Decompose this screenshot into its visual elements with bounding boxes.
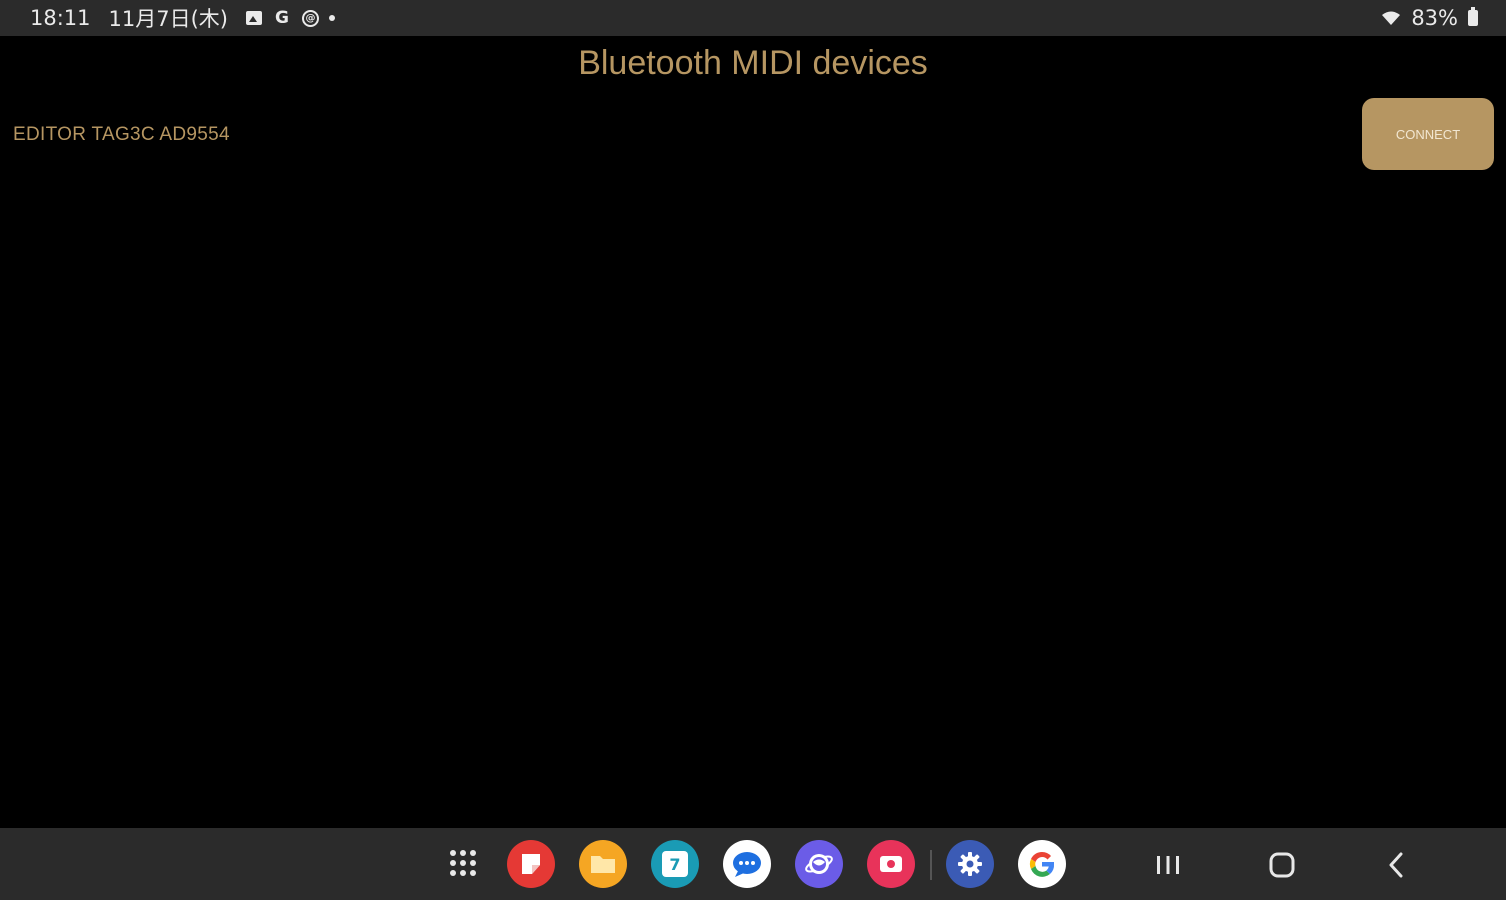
connect-button[interactable]: CONNECT bbox=[1362, 98, 1494, 170]
page-title: Bluetooth MIDI devices bbox=[578, 44, 928, 82]
calendar-day: 7 bbox=[662, 851, 688, 877]
status-date: 11月7日(木) bbox=[108, 7, 228, 31]
screen-recorder-app-icon[interactable] bbox=[867, 840, 915, 888]
home-icon[interactable] bbox=[1262, 846, 1302, 884]
battery-level: 83% bbox=[1411, 6, 1458, 30]
recents-icon[interactable] bbox=[1148, 846, 1188, 884]
google-app-icon[interactable] bbox=[1018, 840, 1066, 888]
dot-icon bbox=[329, 15, 335, 21]
internet-app-icon[interactable] bbox=[795, 840, 843, 888]
device-list-item: EDITOR TAG3C AD9554 CONNECT bbox=[0, 98, 1506, 174]
files-app-icon[interactable] bbox=[579, 840, 627, 888]
status-left: 18:11 11月7日(木) G @ bbox=[30, 3, 335, 33]
wifi-icon bbox=[1381, 10, 1401, 26]
status-time: 18:11 bbox=[30, 6, 91, 30]
screen: 18:11 11月7日(木) G @ 83% Bluetooth MIDI de… bbox=[0, 0, 1506, 900]
battery-icon bbox=[1468, 7, 1478, 26]
apps-grid-icon[interactable] bbox=[450, 850, 480, 880]
google-icon: G bbox=[275, 8, 289, 28]
settings-app-icon[interactable] bbox=[946, 840, 994, 888]
device-name: EDITOR TAG3C AD9554 bbox=[13, 124, 230, 145]
at-sign-icon: @ bbox=[302, 9, 319, 27]
gallery-icon bbox=[246, 11, 262, 25]
messages-app-icon[interactable] bbox=[723, 840, 771, 888]
calendar-app-icon[interactable]: 7 bbox=[651, 840, 699, 888]
back-icon[interactable] bbox=[1376, 846, 1416, 884]
notes-app-icon[interactable] bbox=[507, 840, 555, 888]
status-bar: 18:11 11月7日(木) G @ 83% bbox=[0, 0, 1506, 36]
status-right: 83% bbox=[1381, 6, 1478, 30]
taskbar-divider bbox=[930, 850, 932, 880]
taskbar: 7 bbox=[0, 828, 1506, 900]
